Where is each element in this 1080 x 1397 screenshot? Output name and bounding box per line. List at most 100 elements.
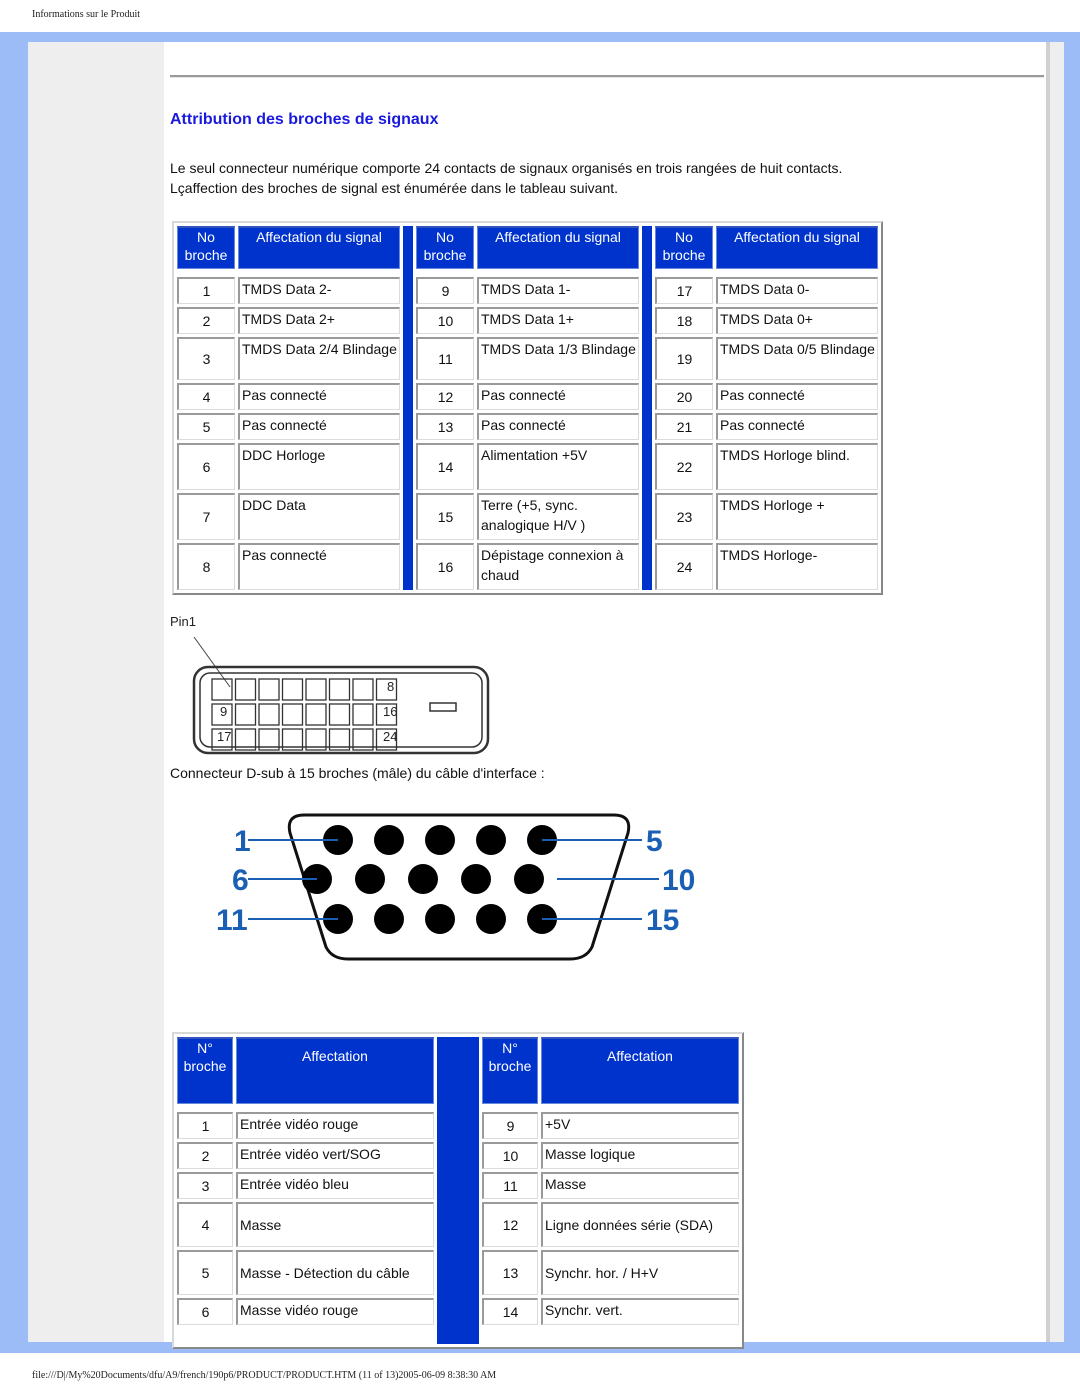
pin-signal: Synchr. hor. / H+V [541,1250,739,1295]
pin-signal: Pas connecté [716,413,878,440]
header-pin-line2: broche [662,247,706,263]
vga-pin [408,864,438,894]
pin-number: 15 [416,493,474,540]
pin-signal: TMDS Data 0+ [716,307,878,334]
header-pin-number: N° broche [482,1037,538,1104]
dvi-header-row: No broche Affectation du signal No broche Aff… [177,226,878,590]
pin-signal: Masse logique [541,1142,739,1169]
table-row: 6 DDC Horloge 14 Alimentation +5V 22 TMDS Hor… [177,443,878,490]
vga-header-row: N° broche Affectation N° broche Affectation [177,1037,739,1344]
vga-pin [374,904,404,934]
vga-pin-grid [302,825,557,934]
pin-signal: Pas connecté [238,543,400,590]
pin-number: 16 [416,543,474,590]
pin-number: 24 [655,543,713,590]
pin-signal: Pas connecté [238,413,400,440]
pin-signal: +5V [541,1112,739,1139]
dvi-pin [305,703,327,726]
vga-label-6: 6 [232,864,249,897]
vga-label-11: 11 [216,904,248,937]
pin-number: 22 [655,443,713,490]
pin-signal: Entrée vidéo bleu [236,1172,434,1199]
pin-number: 1 [177,1112,233,1139]
pin-number: 3 [177,337,235,380]
dvi-label-16: 16 [383,704,397,719]
pin-signal: Alimentation +5V [477,443,639,490]
pin-number: 5 [177,1250,233,1295]
header-pin-line1: N° [197,1040,213,1056]
pin-signal: TMDS Data 2+ [238,307,400,334]
pin-signal: Synchr. vert. [541,1298,739,1325]
pin-number: 4 [177,1202,233,1247]
header-pin-number: No broche [416,226,474,269]
pin-number: 23 [655,493,713,540]
vga-leader-lines [248,839,659,920]
dvi-pin [281,703,304,726]
pin-signal: TMDS Data 1/3 Blindage [477,337,639,380]
pin-signal: Pas connecté [238,383,400,410]
left-sidebar [28,42,164,1342]
dvi-connector-diagram: 8 9 16 17 24 [192,637,490,755]
table-row: 4 Pas connecté 12 Pas connecté 20 Pas connect… [177,383,878,410]
dvi-flat-blade [429,702,457,712]
header-pin-line1: No [436,229,454,245]
spacer-cell [482,1107,538,1109]
vga-label-15: 15 [646,904,679,937]
pin-signal: TMDS Horloge blind. [716,443,878,490]
dvi-pin [352,678,374,701]
pin-number: 14 [482,1298,538,1325]
pin-signal: TMDS Data 2- [238,277,400,304]
vga-pin [514,864,544,894]
pin-signal: Pas connecté [477,413,639,440]
pin-number: 2 [177,1142,233,1169]
table-row: 1 TMDS Data 2- 9 TMDS Data 1- 17 TMDS Data 0- [177,277,878,304]
dvi-shell-outer [192,665,490,755]
vga-pin [425,825,455,855]
pin-number: 9 [482,1112,538,1139]
pin-signal: Dépistage connexion à chaud [477,543,639,590]
header-signal: Affectation du signal [716,226,878,269]
vga-pin [374,825,404,855]
vga-connector-diagram: 1 5 6 10 11 15 [216,813,695,961]
intro-line-2: Lçaffection des broches de signal est én… [170,180,619,196]
dvi-pin [234,703,257,726]
pin-number: 17 [655,277,713,304]
dvi-pin [352,703,374,726]
pin-number: 7 [177,493,235,540]
pin-signal: Masse vidéo rouge [236,1298,434,1325]
header-pin-number: N° broche [177,1037,233,1104]
pin-signal: TMDS Data 0- [716,277,878,304]
header-signal: Affectation [541,1037,739,1104]
header-signal: Affectation du signal [477,226,639,269]
pin-signal: TMDS Horloge + [716,493,878,540]
pin-signal: TMDS Data 1- [477,277,639,304]
pin-signal: DDC Data [238,493,400,540]
pin-number: 12 [482,1202,538,1247]
pin-number: 3 [177,1172,233,1199]
vga-label-5: 5 [646,825,663,858]
dvi-pin [281,678,304,701]
dvi-pin-table: No broche Affectation du signal No broche Aff… [172,221,883,595]
section-title: Attribution des broches de signaux [170,111,439,128]
spacer-cell [541,1107,739,1109]
pin-signal: Entrée vidéo rouge [236,1112,434,1139]
pin-signal: Pas connecté [477,383,639,410]
dvi-pin [305,678,327,701]
pin-number: 13 [482,1250,538,1295]
pin-number: 18 [655,307,713,334]
pin-number: 8 [177,543,235,590]
table-row: 7 DDC Data 15 Terre (+5, sync. analogique H… [177,493,878,540]
header-signal: Affectation du signal [238,226,400,269]
spacer-cell [416,272,474,274]
page-header-caption: Informations sur le Produit [32,9,141,20]
pin-number: 10 [482,1142,538,1169]
vga-pin-table: N° broche Affectation N° broche Affectation 1 E… [172,1032,744,1349]
dvi-pin [211,678,233,701]
right-margin [1046,42,1064,1342]
spacer-row [177,272,878,274]
dvi-pin [328,703,351,726]
main-content: Attribution des broches de signaux Le se… [164,42,1046,1349]
dvi-label-8: 8 [387,679,394,694]
pin-signal: TMDS Data 2/4 Blindage [238,337,400,380]
pin-number: 12 [416,383,474,410]
